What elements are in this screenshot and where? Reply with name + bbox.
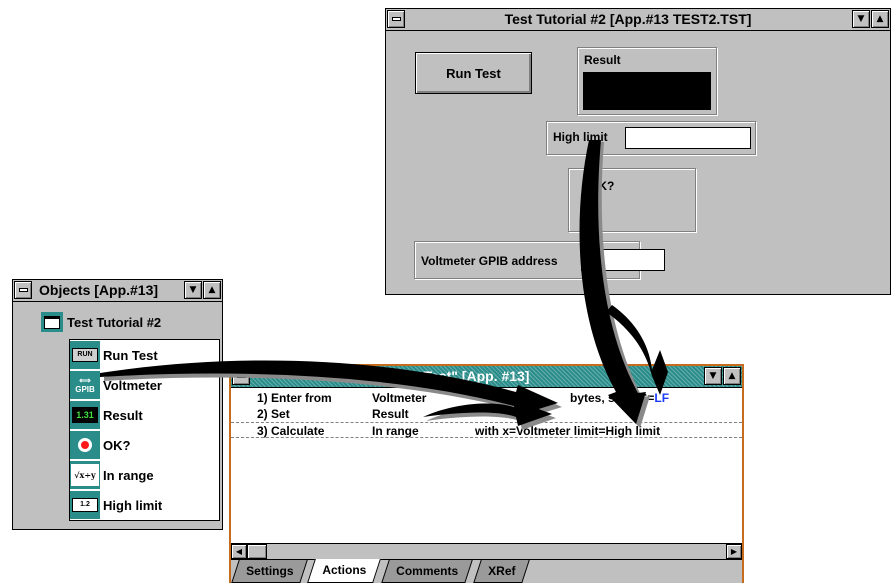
- tab-strip: Settings Actions Comments XRef: [231, 559, 742, 583]
- title-bar[interactable]: Objects [App.#13] ▼ ▲: [13, 280, 222, 302]
- tree-root-label: Test Tutorial #2: [67, 314, 162, 330]
- objects-window: Objects [App.#13] ▼ ▲ Test Tutorial #2 R…: [12, 279, 223, 530]
- object-item-voltmeter[interactable]: ⟺ GPIB Voltmeter: [70, 371, 162, 399]
- object-label: Voltmeter: [103, 377, 162, 393]
- maximize-button[interactable]: ▲: [203, 281, 221, 299]
- object-label: In range: [103, 467, 154, 483]
- action-row[interactable]: 1) Enter from Voltmeter bytes, st EOS=LF: [257, 390, 742, 406]
- title-bar[interactable]: Test Tutorial #2 [App.#13 TEST2.TST] ▼ ▲: [386, 9, 890, 31]
- scroll-right-button[interactable]: ▶: [726, 544, 742, 559]
- high-limit-label: High limit: [553, 130, 608, 144]
- gpib-address-control: Voltmeter GPIB address 1: [414, 241, 665, 279]
- system-menu-button[interactable]: [14, 281, 32, 299]
- window-title: Test" [App. #13]: [423, 368, 530, 384]
- result-indicator: Result: [577, 47, 717, 115]
- high-limit-control: High limit: [546, 121, 756, 155]
- horizontal-scrollbar[interactable]: ◀ ▶: [231, 543, 742, 559]
- led-icon: [70, 431, 100, 459]
- action-row[interactable]: 2) Set Result: [257, 406, 742, 422]
- result-label: Result: [584, 53, 621, 67]
- object-list: RUN Run Test ⟺ GPIB Voltmeter 1.31 Result…: [69, 339, 220, 521]
- panel-icon: [41, 312, 63, 332]
- object-label: OK?: [103, 437, 131, 453]
- tree-root-item[interactable]: Test Tutorial #2: [41, 310, 161, 334]
- right-arrow-icon: ▶: [730, 547, 738, 556]
- maximize-button[interactable]: ▲: [871, 10, 889, 28]
- minimize-button[interactable]: ▼: [704, 367, 722, 385]
- object-item-run-test[interactable]: RUN Run Test: [70, 341, 158, 369]
- minimize-icon: ▼: [709, 371, 717, 381]
- object-label: Run Test: [103, 347, 158, 363]
- system-menu-icon: [18, 288, 28, 292]
- gpib-address-label: Voltmeter GPIB address: [421, 254, 558, 268]
- gpib-icon: ⟺ GPIB: [70, 371, 100, 399]
- display-icon: 1.31: [70, 401, 100, 429]
- number-input-icon: 1.2: [70, 491, 100, 519]
- system-menu-button[interactable]: [232, 367, 250, 385]
- scroll-left-button[interactable]: ◀: [231, 544, 247, 559]
- system-menu-icon: [391, 17, 401, 21]
- calculate-icon: √x÷y: [70, 461, 100, 489]
- action-list: 1) Enter from Voltmeter bytes, st EOS=LF…: [231, 390, 742, 438]
- minimize-button[interactable]: ▼: [852, 10, 870, 28]
- minimize-icon: ▼: [857, 14, 865, 24]
- left-arrow-icon: ◀: [235, 547, 243, 556]
- result-display: [583, 72, 711, 110]
- minimize-icon: ▼: [189, 285, 197, 295]
- object-item-result[interactable]: 1.31 Result: [70, 401, 143, 429]
- title-bar[interactable]: Test" [App. #13] ▼ ▲: [231, 366, 742, 388]
- system-menu-button[interactable]: [387, 10, 405, 28]
- gpib-address-input[interactable]: 1: [581, 249, 665, 271]
- object-label: Result: [103, 407, 143, 423]
- actions-window: Test" [App. #13] ▼ ▲ 1) Enter from Voltm…: [229, 364, 744, 583]
- maximize-button[interactable]: ▲: [723, 367, 741, 385]
- window-title: Objects [App.#13]: [39, 282, 159, 298]
- test-tutorial-window: Test Tutorial #2 [App.#13 TEST2.TST] ▼ ▲…: [385, 8, 891, 295]
- maximize-icon: ▲: [876, 14, 884, 24]
- object-item-high-limit[interactable]: 1.2 High limit: [70, 491, 162, 519]
- scroll-thumb[interactable]: [247, 544, 267, 559]
- tab-actions[interactable]: Actions: [307, 559, 381, 583]
- run-test-button[interactable]: Run Test: [415, 52, 532, 94]
- tab-settings[interactable]: Settings: [231, 560, 309, 583]
- object-label: High limit: [103, 497, 163, 513]
- window-title: Test Tutorial #2 [App.#13 TEST2.TST]: [504, 11, 752, 27]
- tab-xref[interactable]: XRef: [473, 560, 531, 583]
- maximize-icon: ▲: [208, 285, 216, 295]
- maximize-icon: ▲: [728, 371, 736, 381]
- tab-comments[interactable]: Comments: [381, 560, 473, 583]
- ok-indicator: OK?: [568, 168, 696, 232]
- high-limit-input[interactable]: [625, 127, 751, 149]
- action-row-selected[interactable]: 3) Calculate In range with x=Voltmeter l…: [231, 422, 742, 438]
- ok-label: OK?: [589, 179, 615, 193]
- object-item-in-range[interactable]: √x÷y In range: [70, 461, 154, 489]
- run-icon: RUN: [70, 341, 100, 369]
- object-item-ok[interactable]: OK?: [70, 431, 130, 459]
- minimize-button[interactable]: ▼: [184, 281, 202, 299]
- system-menu-icon: [236, 374, 246, 378]
